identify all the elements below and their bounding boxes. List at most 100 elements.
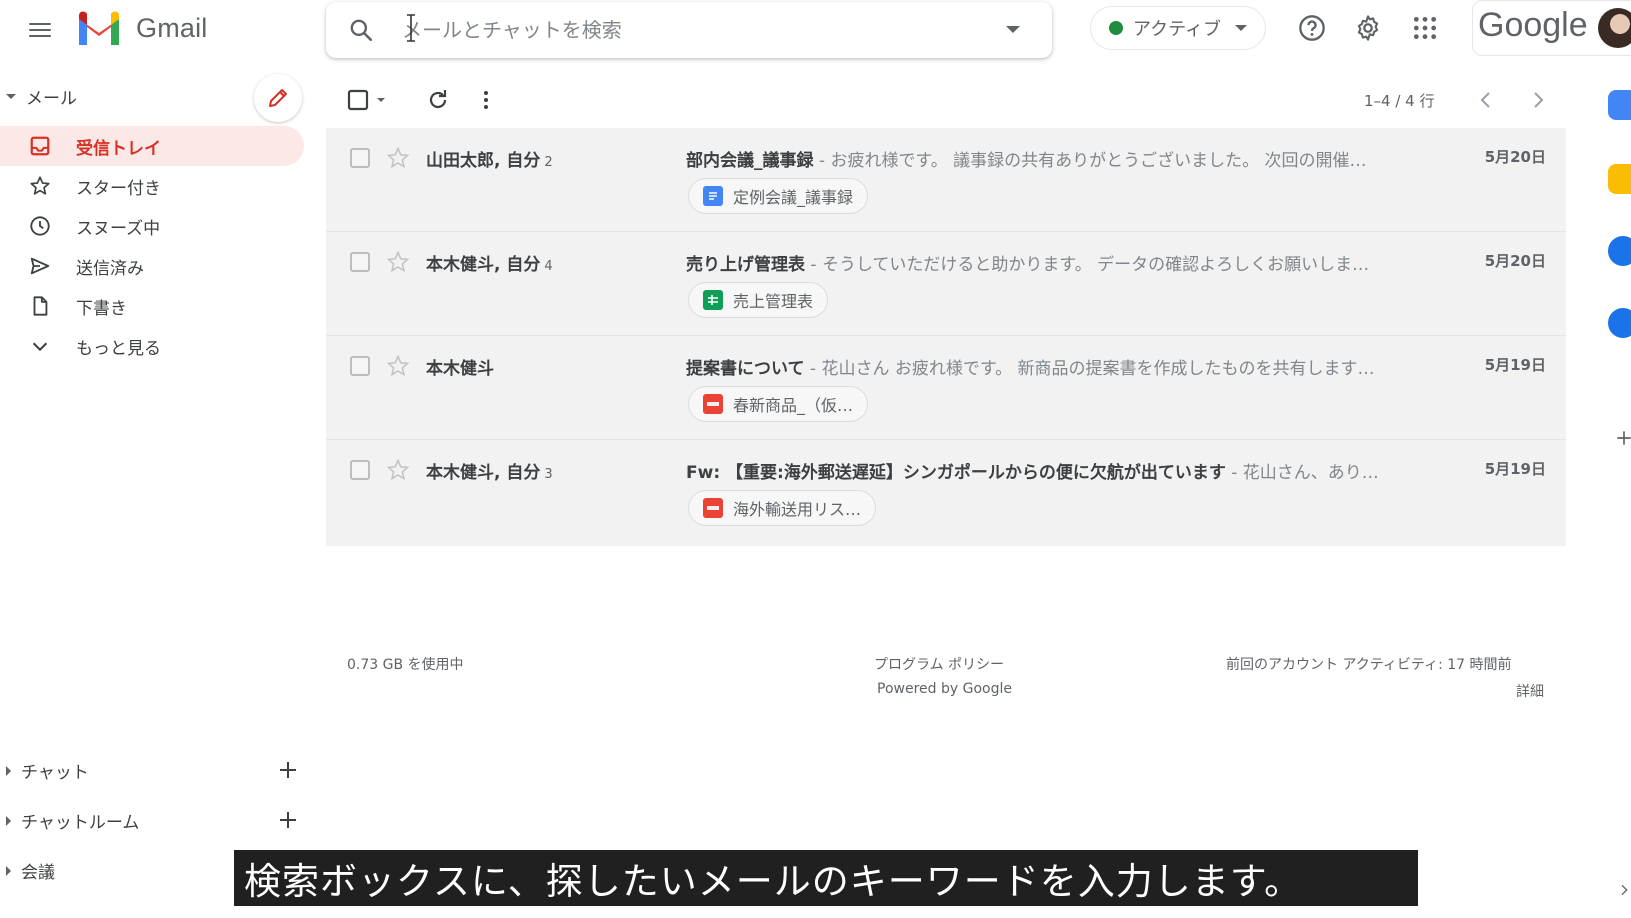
row-checkbox[interactable] <box>350 460 370 480</box>
rooms-section-label: チャットルーム <box>21 813 140 833</box>
caret-down-icon <box>6 94 16 99</box>
send-icon <box>28 254 52 278</box>
rooms-section-toggle[interactable]: チャットルーム <box>6 808 139 833</box>
mail-subject-line: 売り上げ管理表 - そうしていただけると助かります。 データの確認よろしくお願い… <box>686 250 1436 275</box>
compose-button[interactable] <box>254 74 302 122</box>
sidebar-item-snoozed[interactable]: スヌーズ中 <box>0 206 304 246</box>
app-name: Gmail <box>136 12 208 43</box>
mail-subject-line: 部内会議_議事録 - お疲れ様です。 議事録の共有ありがとうございました。 次回… <box>686 146 1436 171</box>
thread-count: 2 <box>544 155 553 170</box>
chat-section-label: チャット <box>21 763 89 783</box>
mail-subject: 売り上げ管理表 <box>686 255 805 275</box>
app-header: Gmail アクティブ <box>0 0 1631 58</box>
attachment-name: 春新商品_（仮… <box>733 396 854 415</box>
star-icon <box>28 174 52 198</box>
calendar-app-icon[interactable] <box>1608 90 1631 120</box>
attachment-name: 定例会議_議事録 <box>733 188 854 207</box>
mail-subject-line: 提案書について - 花山さん お疲れ様です。 新商品の提案書を作成したものを共有… <box>686 354 1436 379</box>
attachment-name: 売上管理表 <box>733 292 814 311</box>
sidebar-item-label: スヌーズ中 <box>76 218 161 239</box>
row-checkbox[interactable] <box>350 252 370 272</box>
sidebar-item-sent[interactable]: 送信済み <box>0 246 304 286</box>
mail-row[interactable]: 本木健斗, 自分 4 売り上げ管理表 - そうしていただけると助かります。 データ… <box>326 232 1566 336</box>
sidebar-item-drafts[interactable]: 下書き <box>0 286 304 326</box>
attachment-chip[interactable]: 売上管理表 <box>688 282 829 318</box>
status-selector[interactable]: アクティブ <box>1090 6 1266 50</box>
sidebar-item-label: 送信済み <box>76 258 144 279</box>
prev-page-button[interactable] <box>1472 86 1500 114</box>
chat-section-toggle[interactable]: チャット <box>6 758 89 783</box>
sidebar-item-starred[interactable]: スター付き <box>0 166 304 206</box>
mail-date: 5月20日 <box>1484 252 1546 270</box>
add-addon-icon[interactable] <box>1614 428 1631 448</box>
clock-icon <box>28 214 52 238</box>
select-all-checkbox[interactable] <box>346 86 392 114</box>
caret-right-icon <box>6 865 11 876</box>
mail-section-label: メール <box>26 89 77 109</box>
star-toggle-icon[interactable] <box>386 458 410 482</box>
sidebar-item-label: 受信トレイ <box>76 138 161 159</box>
mail-snippet: - 花山さん お疲れ様です。 新商品の提案書を作成したものを共有します… <box>804 359 1375 379</box>
keep-app-icon[interactable] <box>1608 164 1631 194</box>
apps-button[interactable] <box>1407 10 1443 46</box>
sheets-file-icon <box>703 290 723 310</box>
more-actions-button[interactable] <box>472 86 500 114</box>
meet-section-label: 会議 <box>21 863 55 883</box>
inbox-icon <box>28 134 52 158</box>
add-chat-icon[interactable] <box>276 758 300 782</box>
chevron-right-icon <box>1534 92 1544 108</box>
mail-row[interactable]: 本木健斗 提案書について - 花山さん お疲れ様です。 新商品の提案書を作成した… <box>326 336 1566 440</box>
powered-by: Powered by Google <box>877 681 1012 697</box>
main-menu-button[interactable] <box>22 12 58 48</box>
row-checkbox[interactable] <box>350 148 370 168</box>
caret-right-icon <box>6 765 11 776</box>
meet-section-toggle[interactable]: 会議 <box>6 858 55 883</box>
sidebar-item-inbox[interactable]: 受信トレイ <box>0 126 304 166</box>
sender-name: 山田太郎, 自分 <box>426 151 541 171</box>
google-brand: Google <box>1478 6 1588 44</box>
sidebar-item-label: スター付き <box>76 178 161 199</box>
row-checkbox[interactable] <box>350 356 370 376</box>
details-link[interactable]: 詳細 <box>1516 681 1544 701</box>
mail-row[interactable]: 山田太郎, 自分 2 部内会議_議事録 - お疲れ様です。 議事録の共有ありがとう… <box>326 128 1566 232</box>
star-toggle-icon[interactable] <box>386 354 410 378</box>
text-cursor-icon <box>407 14 415 42</box>
attachment-chip[interactable]: 定例会議_議事録 <box>688 178 869 214</box>
docs-file-icon <box>703 186 723 206</box>
settings-button[interactable] <box>1350 10 1386 46</box>
mail-sender: 本木健斗, 自分 3 <box>426 458 553 483</box>
help-button[interactable] <box>1294 10 1330 46</box>
gear-icon <box>1357 15 1379 41</box>
caret-down-icon <box>1235 25 1248 31</box>
mail-row[interactable]: 本木健斗, 自分 3 Fw: 【重要:海外郵送遅延】シンガポールからの便に欠航が出… <box>326 440 1566 544</box>
mail-snippet: - 花山さん、あり… <box>1225 463 1379 483</box>
checkbox-icon <box>347 89 385 111</box>
search-input[interactable] <box>402 12 962 48</box>
mail-sender: 本木健斗, 自分 4 <box>426 250 553 275</box>
add-room-icon[interactable] <box>276 808 300 832</box>
star-toggle-icon[interactable] <box>386 250 410 274</box>
tasks-app-icon[interactable] <box>1608 236 1631 266</box>
attachment-chip[interactable]: 春新商品_（仮… <box>688 386 869 422</box>
gmail-logo[interactable]: Gmail <box>76 8 208 48</box>
avatar[interactable] <box>1598 8 1631 48</box>
attachment-chip[interactable]: 海外輸送用リス… <box>688 490 877 526</box>
refresh-button[interactable] <box>424 86 452 114</box>
search-box[interactable] <box>326 2 1052 58</box>
last-activity: 前回のアカウント アクティビティ: 17 時間前 <box>1226 657 1512 673</box>
contacts-app-icon[interactable] <box>1608 308 1631 338</box>
mail-date: 5月20日 <box>1484 148 1546 166</box>
next-page-button[interactable] <box>1524 86 1552 114</box>
program-policy-link[interactable]: プログラム ポリシー <box>874 654 1004 674</box>
sidebar-item-more[interactable]: もっと見る <box>0 326 304 366</box>
mail-list: 山田太郎, 自分 2 部内会議_議事録 - お疲れ様です。 議事録の共有ありがとう… <box>326 128 1566 546</box>
video-caption: 検索ボックスに、探したいメールのキーワードを入力します。 <box>234 850 1418 906</box>
search-options-icon[interactable] <box>1006 26 1020 33</box>
star-toggle-icon[interactable] <box>386 146 410 170</box>
chevron-left-icon <box>1480 92 1490 108</box>
storage-usage: 0.73 GB を使用中 <box>347 657 464 673</box>
mail-sender: 山田太郎, 自分 2 <box>426 146 553 171</box>
chevron-right-icon[interactable] <box>1616 882 1631 898</box>
search-icon[interactable] <box>348 17 374 43</box>
mail-section-toggle[interactable]: メール <box>6 84 77 109</box>
